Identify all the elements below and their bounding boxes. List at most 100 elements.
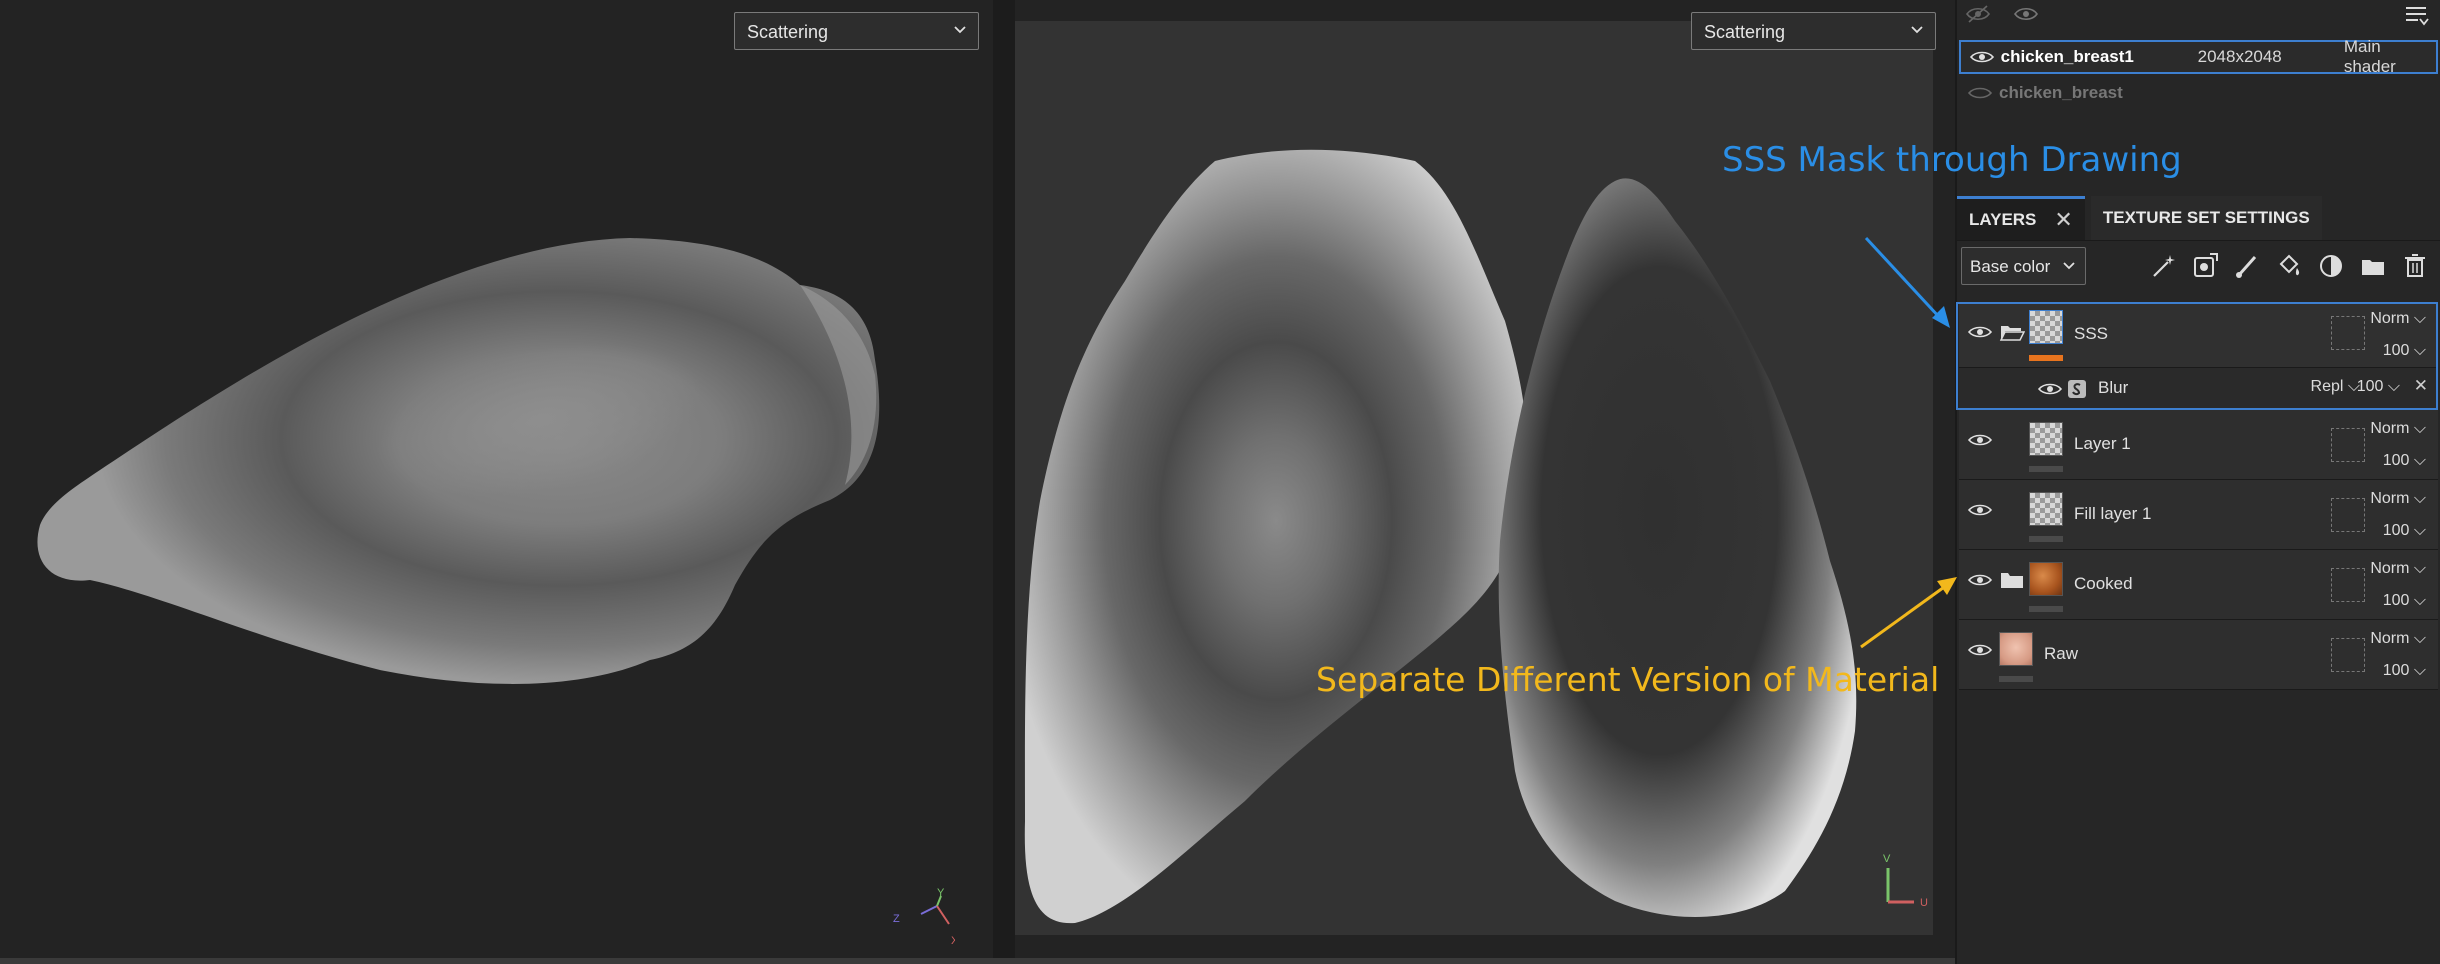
layer-blend-mode[interactable]: Norm ⌵ [2370,420,2426,438]
layer-row-cooked[interactable]: Cooked Norm ⌵ 100 ⌵ [1959,550,2438,620]
chicken-breast-3d-mesh [37,238,880,684]
effect-row-blur[interactable]: Blur Repl ⌵ 100 ⌵ ✕ [1959,368,2438,410]
layer-row-raw[interactable]: Raw Norm ⌵ 100 ⌵ [1959,620,2438,690]
raw-material-thumbnail[interactable] [1999,632,2033,666]
layer-row-layer1[interactable]: Layer 1 Norm ⌵ 100 ⌵ [1959,410,2438,480]
annotation-sss-mask: SSS Mask through Drawing [1722,140,2182,180]
effect-opacity-value: 100 [2356,378,2384,395]
uv-mode-value: Scattering [1704,22,1786,42]
opacity-value: 100 [2382,522,2410,539]
blend-value: Norm [2370,310,2410,327]
layer-opacity[interactable]: 100 ⌵ [2383,662,2426,680]
eye-icon[interactable] [1967,430,1993,450]
opacity-value: 100 [2382,662,2410,679]
folder-icon[interactable] [1999,570,2025,590]
channel-value: Base color [1970,257,2051,276]
open-folder-icon[interactable] [1999,322,2025,342]
layer-blend-mode[interactable]: Norm ⌵ [2370,490,2426,508]
axis-x-label: X [951,935,955,947]
effect-opacity[interactable]: 100 ⌵ [2357,378,2400,396]
eye-icon[interactable] [2037,379,2063,399]
add-paint-layer-icon[interactable] [2233,252,2261,280]
axis-gizmo-3d: Y Z X [893,888,955,947]
layer-color-tag [2029,536,2063,542]
layer-thumbnail[interactable] [2029,310,2063,344]
close-icon[interactable]: ✕ [2054,207,2072,233]
layer-row-fill-layer1[interactable]: Fill layer 1 Norm ⌵ 100 ⌵ [1959,480,2438,550]
layer-mask-slot[interactable] [2331,498,2365,532]
add-effect-wand-icon[interactable] [2149,252,2177,280]
layers-toolbar: Base color [1957,240,2440,292]
viewport-divider[interactable] [993,0,1015,958]
layer-name[interactable]: Cooked [2074,574,2133,594]
layer-name[interactable]: Layer 1 [2074,434,2131,454]
show-all-eye-icon[interactable] [2013,3,2039,25]
chevron-down-icon [954,26,966,34]
layer-opacity[interactable]: 100 ⌵ [2383,522,2426,540]
tab-layers[interactable]: LAYERS ✕ [1957,196,2085,240]
close-icon[interactable]: ✕ [2414,376,2428,396]
layer-name[interactable]: Raw [2044,644,2078,664]
layer-opacity[interactable]: 100 ⌵ [2383,452,2426,470]
viewport-mode-value: Scattering [747,22,829,42]
annotation-arrow-orange [1860,577,1957,649]
eye-icon[interactable] [1969,47,1995,67]
tab-layers-label: LAYERS [1969,209,2037,229]
viewport-mode-dropdown[interactable]: Scattering [734,12,979,50]
texture-set-row[interactable]: chicken_breast1 2048x2048 Main shader [1959,37,2438,77]
annotation-arrow-blue [1864,236,1950,328]
blend-value: Norm [2370,560,2410,577]
texture-set-row[interactable]: chicken_breast [1959,76,2438,110]
layer-name[interactable]: SSS [2074,324,2108,344]
tab-texture-set-settings-label: TEXTURE SET SETTINGS [2102,208,2310,227]
axis-u-label: U [1920,897,1928,909]
channel-dropdown[interactable]: Base color [1961,247,2086,285]
layer-thumbnail[interactable] [2029,422,2063,456]
tab-texture-set-settings[interactable]: TEXTURE SET SETTINGS [2090,196,2322,240]
texture-set-name: chicken_breast1 [2000,47,2134,66]
3d-viewport[interactable]: Scattering Y Z X [0,0,993,958]
effect-name[interactable]: Blur [2098,378,2128,398]
blend-value: Norm [2370,420,2410,437]
opacity-value: 100 [2382,592,2410,609]
texture-set-shader[interactable]: Main shader [2344,37,2436,77]
hide-all-eye-icon[interactable] [1965,3,1991,25]
layer-row-sss[interactable]: SSS Norm ⌵ 100 ⌵ [1959,302,2438,368]
layer-name[interactable]: Fill layer 1 [2074,504,2151,524]
layer-blend-mode[interactable]: Norm ⌵ [2370,560,2426,578]
eye-icon[interactable] [1967,640,1993,660]
layer-mask-slot[interactable] [2331,428,2365,462]
layer-mask-slot[interactable] [2331,638,2365,672]
eye-icon[interactable] [1967,500,1993,520]
layer-opacity[interactable]: 100 ⌵ [2383,342,2426,360]
add-mask-icon[interactable] [2191,252,2219,280]
filter-icon [2068,380,2086,398]
chevron-down-icon [1911,26,1923,34]
eye-icon[interactable] [1967,570,1993,590]
eye-icon[interactable] [1967,322,1993,342]
add-folder-icon[interactable] [2359,252,2387,280]
status-strip [0,958,1955,964]
layer-blend-mode[interactable]: Norm ⌵ [2370,630,2426,648]
smart-material-icon[interactable] [2317,252,2345,280]
blend-value: Norm [2370,630,2410,647]
layer-blend-mode[interactable]: Norm ⌵ [2370,310,2426,328]
menu-filter-icon[interactable] [2403,3,2429,27]
eye-hidden-icon[interactable] [1967,83,1993,103]
axis-v-label: V [1883,853,1891,865]
texture-set-name: chicken_breast [1999,83,2123,102]
layer-mask-slot[interactable] [2331,568,2365,602]
uv-mode-dropdown[interactable]: Scattering [1691,12,1936,50]
cooked-material-thumbnail[interactable] [2029,562,2063,596]
layer-opacity[interactable]: 100 ⌵ [2383,592,2426,610]
add-fill-layer-icon[interactable] [2275,252,2303,280]
axis-y-label: Y [937,888,945,899]
panel-tabs: LAYERS ✕ TEXTURE SET SETTINGS [1957,196,2440,240]
layer-thumbnail[interactable] [2029,492,2063,526]
texture-set-header [1957,0,2440,36]
layer-mask-slot[interactable] [2331,316,2365,350]
chevron-down-icon [2063,262,2075,270]
delete-trash-icon[interactable] [2401,252,2429,280]
effect-blend-mode[interactable]: Repl ⌵ [2311,378,2360,396]
uv-axis-gizmo: V U [1883,853,1928,909]
